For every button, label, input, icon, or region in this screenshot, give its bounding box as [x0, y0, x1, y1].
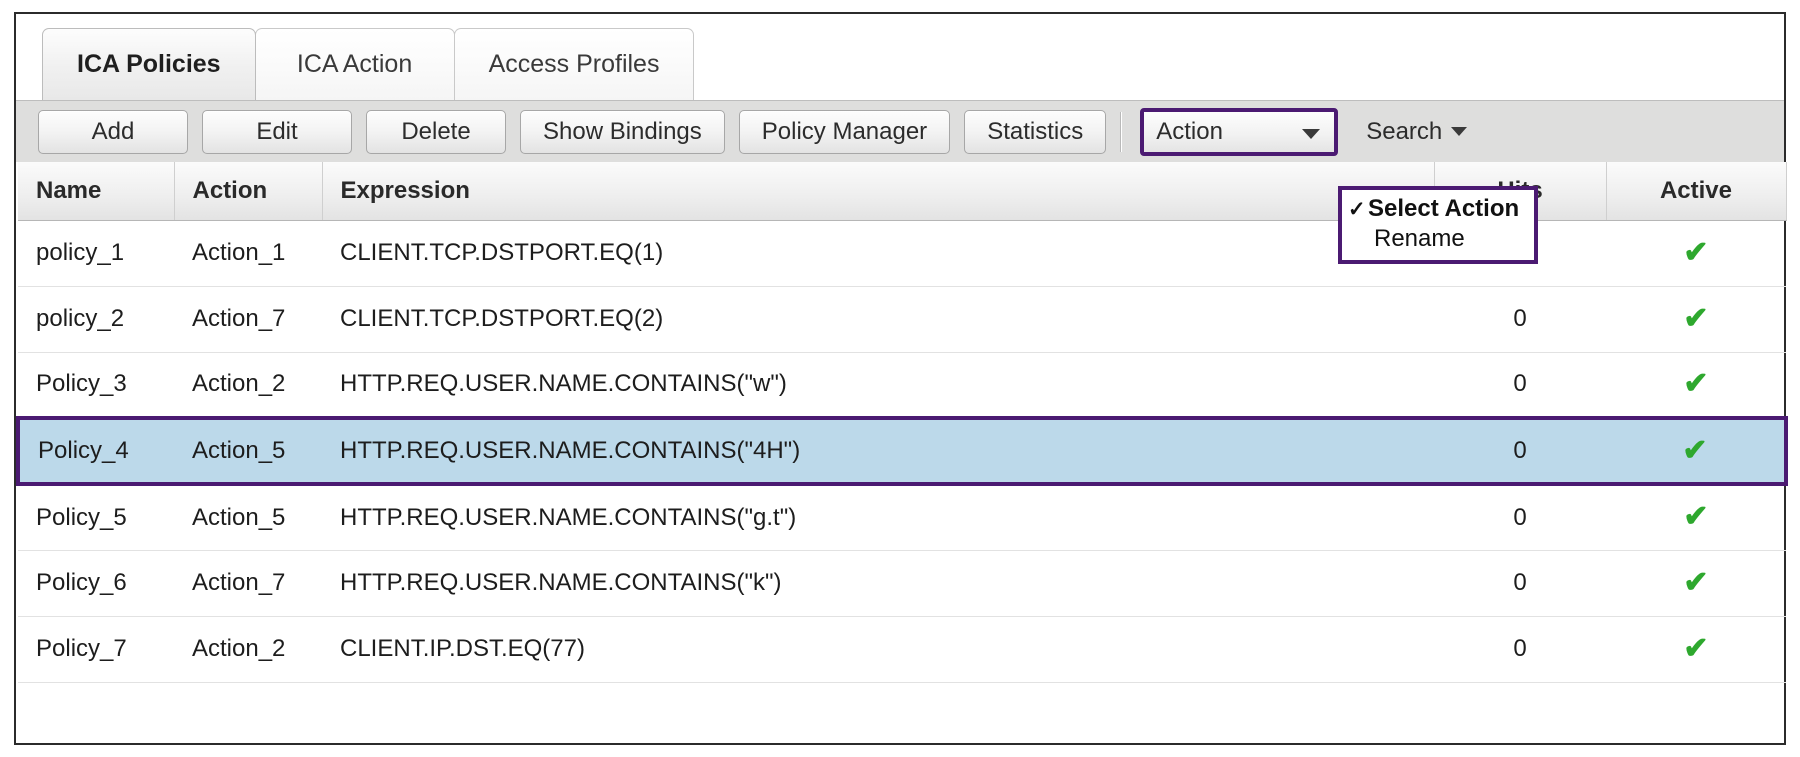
cell-action: Action_7	[174, 550, 322, 616]
cell-hits: 0	[1434, 484, 1606, 550]
edit-button-label: Edit	[256, 118, 297, 146]
toolbar-divider	[1120, 112, 1122, 152]
table-row[interactable]: Policy_3 Action_2 HTTP.REQ.USER.NAME.CON…	[18, 352, 1786, 418]
show-bindings-button-label: Show Bindings	[543, 118, 702, 146]
menu-item-label: Select Action	[1368, 195, 1519, 223]
table-row-selected[interactable]: Policy_4 Action_5 HTTP.REQ.USER.NAME.CON…	[18, 418, 1786, 484]
cell-hits: 0	[1434, 616, 1606, 682]
column-header-active[interactable]: Active	[1606, 162, 1786, 220]
tab-ica-action[interactable]: ICA Action	[255, 28, 455, 100]
table-row[interactable]: Policy_5 Action_5 HTTP.REQ.USER.NAME.CON…	[18, 484, 1786, 550]
cell-name: policy_2	[18, 286, 174, 352]
cell-expression: CLIENT.IP.DST.EQ(77)	[322, 616, 1434, 682]
action-dropdown[interactable]: Action	[1140, 108, 1338, 156]
cell-expression: CLIENT.TCP.DSTPORT.EQ(1)	[322, 220, 1434, 286]
checkmark-icon: ✓	[1348, 197, 1368, 222]
cell-action: Action_2	[174, 616, 322, 682]
cell-name: Policy_4	[18, 418, 174, 484]
cell-action: Action_5	[174, 418, 322, 484]
delete-button-label: Delete	[401, 118, 470, 146]
cell-name: Policy_6	[18, 550, 174, 616]
column-header-action[interactable]: Action	[174, 162, 322, 220]
cell-expression: HTTP.REQ.USER.NAME.CONTAINS("k")	[322, 550, 1434, 616]
statistics-button[interactable]: Statistics	[964, 110, 1106, 154]
cell-expression: HTTP.REQ.USER.NAME.CONTAINS("g.t")	[322, 484, 1434, 550]
tab-strip: ICA Policies ICA Action Access Profiles	[16, 14, 1784, 100]
active-check-icon: ✔	[1683, 304, 1708, 334]
cell-hits: 0	[1434, 550, 1606, 616]
column-header-expression[interactable]: Expression	[322, 162, 1434, 220]
policy-manager-button-label: Policy Manager	[762, 118, 927, 146]
tab-ica-policies[interactable]: ICA Policies	[42, 28, 256, 100]
add-button-label: Add	[92, 118, 135, 146]
cell-hits: 0	[1434, 286, 1606, 352]
active-check-icon: ✔	[1683, 634, 1708, 664]
cell-action: Action_5	[174, 484, 322, 550]
cell-action: Action_2	[174, 352, 322, 418]
tab-label: ICA Action	[297, 50, 412, 79]
chevron-down-icon	[1302, 129, 1320, 139]
menu-item-label: Rename	[1374, 225, 1465, 253]
action-dropdown-menu: ✓ Select Action Rename	[1338, 186, 1538, 264]
table-row[interactable]: policy_2 Action_7 CLIENT.TCP.DSTPORT.EQ(…	[18, 286, 1786, 352]
statistics-button-label: Statistics	[987, 118, 1083, 146]
table-row[interactable]: Policy_6 Action_7 HTTP.REQ.USER.NAME.CON…	[18, 550, 1786, 616]
ica-policies-panel: ICA Policies ICA Action Access Profiles …	[14, 12, 1786, 745]
action-dropdown-value: Action	[1156, 118, 1223, 146]
cell-name: Policy_7	[18, 616, 174, 682]
edit-button[interactable]: Edit	[202, 110, 352, 154]
active-check-icon: ✔	[1683, 238, 1708, 268]
add-button[interactable]: Add	[38, 110, 188, 154]
cell-expression: HTTP.REQ.USER.NAME.CONTAINS("4H")	[322, 418, 1434, 484]
search-dropdown[interactable]: Search	[1366, 118, 1467, 146]
table-body: policy_1 Action_1 CLIENT.TCP.DSTPORT.EQ(…	[18, 220, 1786, 682]
table-row[interactable]: Policy_7 Action_2 CLIENT.IP.DST.EQ(77) 0…	[18, 616, 1786, 682]
tab-access-profiles[interactable]: Access Profiles	[454, 28, 695, 100]
cell-hits: 0	[1434, 352, 1606, 418]
show-bindings-button[interactable]: Show Bindings	[520, 110, 725, 154]
chevron-down-icon	[1451, 127, 1467, 136]
cell-expression: HTTP.REQ.USER.NAME.CONTAINS("w")	[322, 352, 1434, 418]
active-check-icon: ✔	[1683, 568, 1708, 598]
active-check-icon: ✔	[1683, 369, 1708, 399]
cell-expression: CLIENT.TCP.DSTPORT.EQ(2)	[322, 286, 1434, 352]
cell-action: Action_1	[174, 220, 322, 286]
toolbar: Add Edit Delete Show Bindings Policy Man…	[16, 100, 1784, 162]
tab-label: ICA Policies	[77, 50, 221, 79]
cell-name: Policy_3	[18, 352, 174, 418]
cell-name: Policy_5	[18, 484, 174, 550]
active-check-icon: ✔	[1682, 436, 1707, 466]
cell-name: policy_1	[18, 220, 174, 286]
cell-action: Action_7	[174, 286, 322, 352]
delete-button[interactable]: Delete	[366, 110, 506, 154]
column-header-name[interactable]: Name	[18, 162, 174, 220]
active-check-icon: ✔	[1683, 502, 1708, 532]
menu-item-select-action[interactable]: ✓ Select Action	[1342, 194, 1534, 224]
policy-manager-button[interactable]: Policy Manager	[739, 110, 950, 154]
cell-hits: 0	[1434, 418, 1606, 484]
menu-item-rename[interactable]: Rename	[1342, 224, 1534, 254]
tab-label: Access Profiles	[489, 50, 660, 79]
search-label: Search	[1366, 118, 1442, 146]
